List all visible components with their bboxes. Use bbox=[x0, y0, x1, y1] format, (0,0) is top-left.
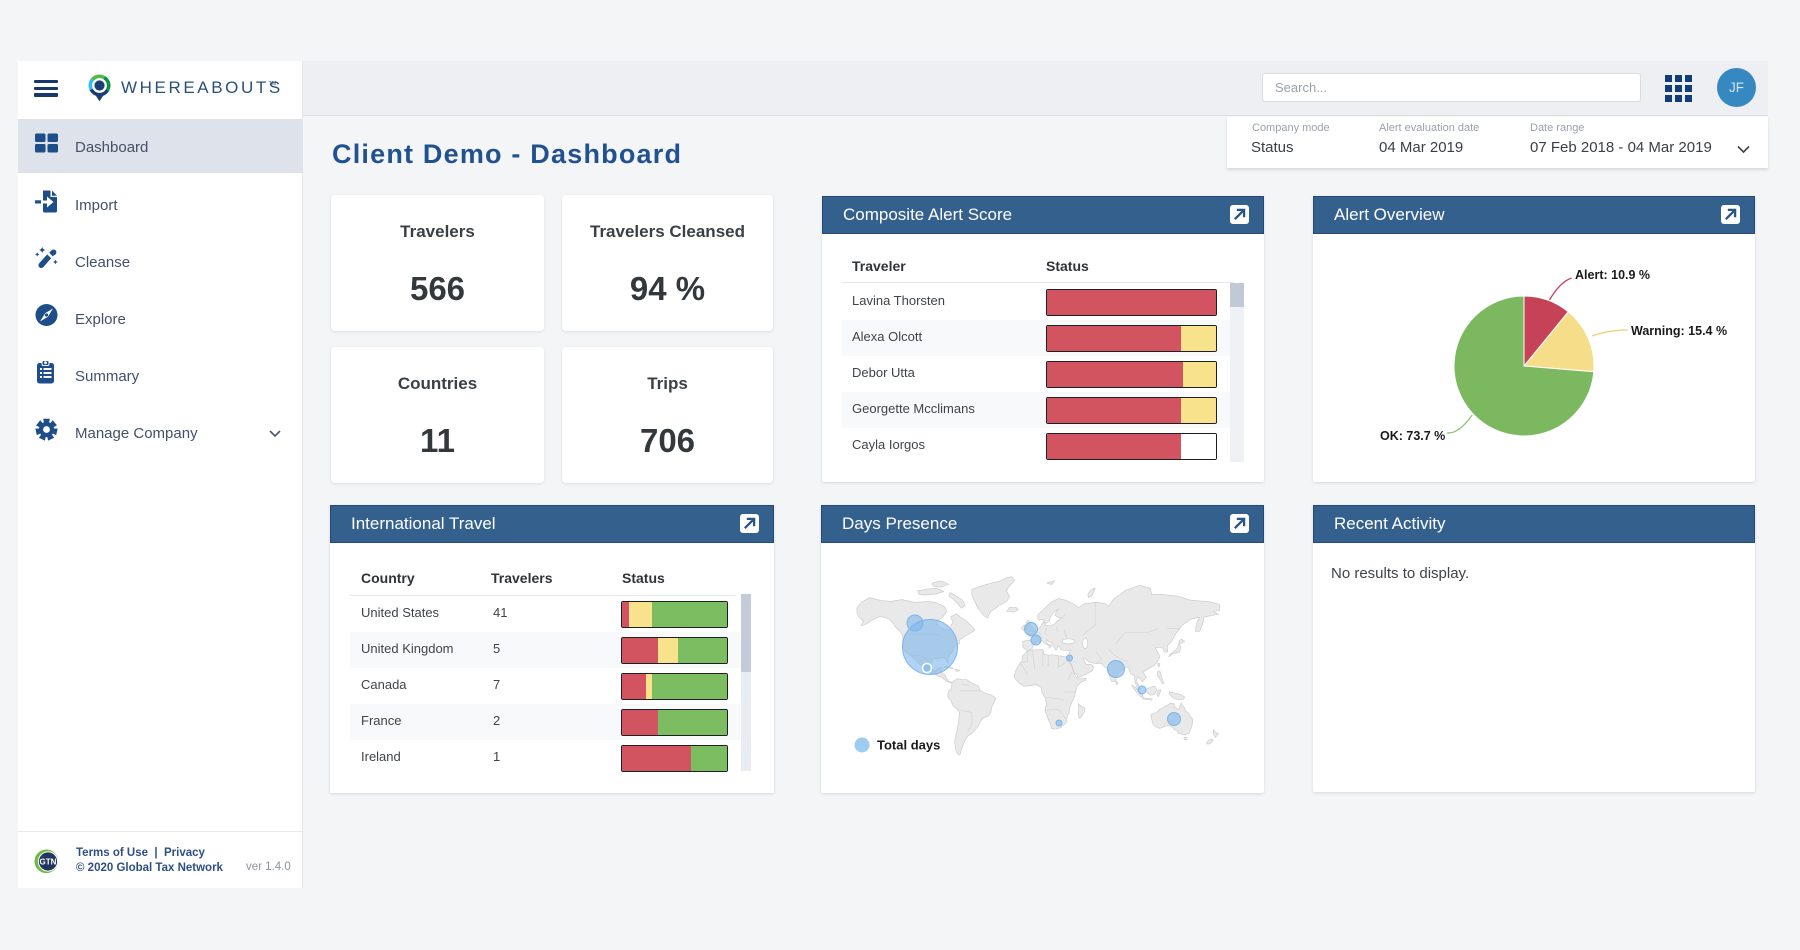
svg-text:OK: 73.7 %: OK: 73.7 % bbox=[1380, 429, 1445, 443]
svg-text:Alert: 10.9 %: Alert: 10.9 % bbox=[1575, 268, 1650, 282]
svg-text:Total days: Total days bbox=[877, 738, 940, 753]
svg-text:Warning: 15.4 %: Warning: 15.4 % bbox=[1631, 324, 1727, 338]
svg-text:GTN: GTN bbox=[40, 858, 57, 867]
